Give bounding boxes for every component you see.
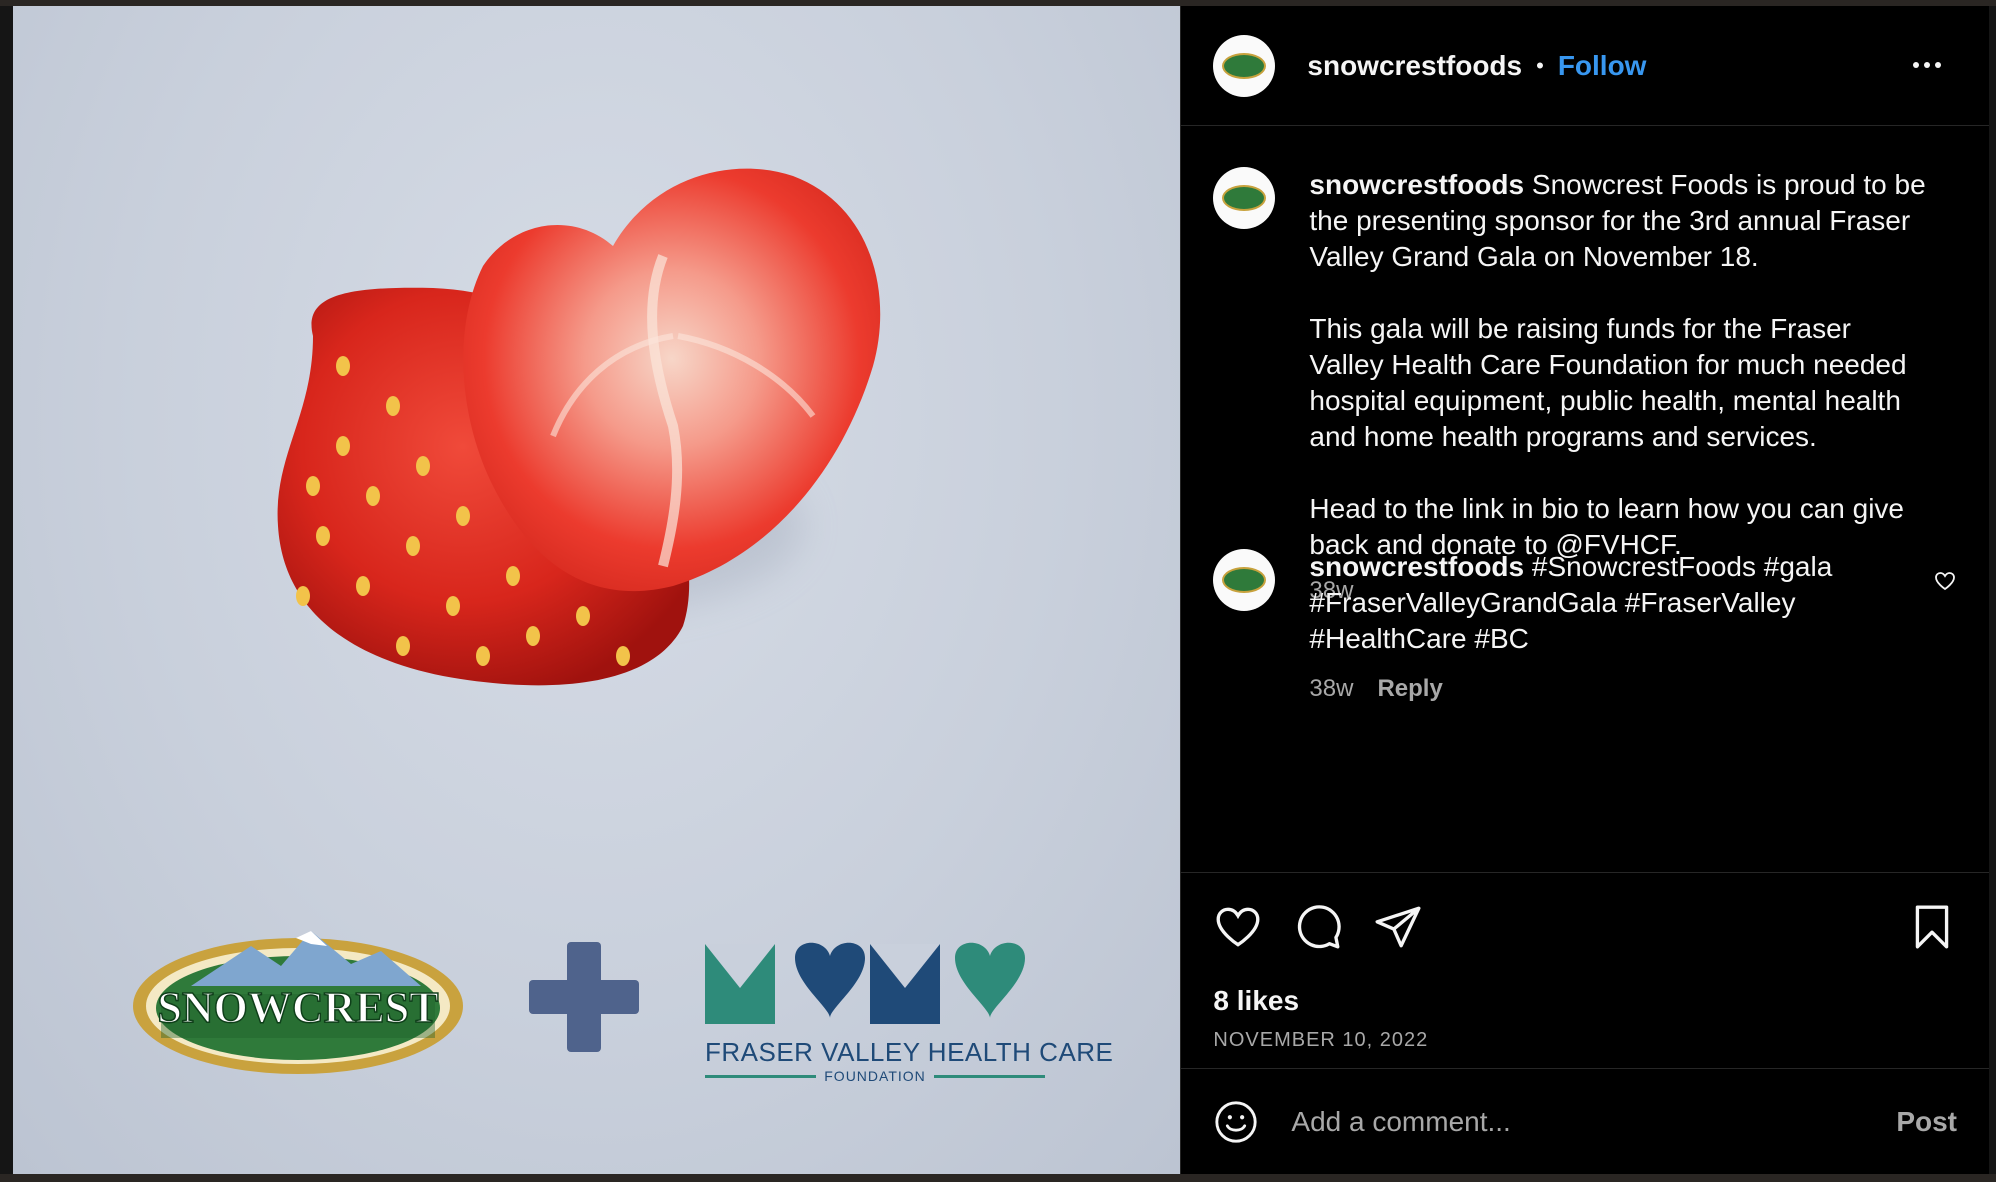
follow-button[interactable]: Follow (1558, 50, 1647, 82)
caption: snowcrestfoods Snowcrest Foods is proud … (1213, 167, 1957, 609)
fvhcf-logo: FRASER VALLEY HEALTH CARE FOUNDATION (705, 938, 1114, 1084)
snowcrest-logo: SNOWCREST (133, 931, 463, 1074)
list-item: snowcrestfoods #SnowcrestFoods #gala #Fr… (1213, 549, 1957, 707)
comment-avatar[interactable] (1213, 549, 1276, 611)
caption-username[interactable]: snowcrestfoods (1309, 169, 1524, 200)
reply-button[interactable]: Reply (1377, 675, 1442, 702)
strawberry-image (277, 168, 881, 686)
post-image: SNOWCREST FRASER VALLEY HEALTH CARE FOUN… (13, 6, 1181, 1174)
plus-icon (529, 942, 639, 1052)
comment-time[interactable]: 38w (1309, 675, 1353, 702)
post-header: snowcrestfoods • Follow (1181, 6, 1989, 126)
author-username[interactable]: snowcrestfoods (1307, 50, 1522, 82)
separator-dot: • (1536, 52, 1544, 78)
emoji-icon[interactable] (1213, 1099, 1259, 1145)
avatar[interactable] (1213, 34, 1276, 97)
feed-strip-bottom (0, 1174, 1996, 1182)
comment-input[interactable] (1289, 1104, 1897, 1139)
post-modal: SNOWCREST FRASER VALLEY HEALTH CARE FOUN… (13, 6, 1989, 1174)
hearts-icon (705, 942, 1025, 1024)
snowcrest-logo-text: SNOWCREST (157, 983, 438, 1032)
fvhcf-logo-text: FRASER VALLEY HEALTH CARE (705, 1037, 1114, 1067)
comment-like-icon[interactable] (1933, 569, 1957, 593)
fvhcf-logo-subtext: FOUNDATION (705, 1068, 1046, 1084)
likes-count[interactable]: 8 likes (1213, 985, 1957, 1017)
heart-icon[interactable] (1213, 902, 1263, 952)
action-bar: 8 likes NOVEMBER 10, 2022 (1181, 872, 1989, 1072)
comment-username[interactable]: snowcrestfoods (1309, 551, 1524, 582)
more-icon[interactable] (1913, 50, 1949, 80)
comments-list[interactable]: snowcrestfoods Snowcrest Foods is proud … (1181, 127, 1989, 872)
post-details-panel: snowcrestfoods • Follow snowcrestfoods S… (1180, 6, 1989, 1174)
bookmark-icon[interactable] (1907, 902, 1957, 952)
post-button[interactable]: Post (1896, 1106, 1957, 1138)
caption-avatar[interactable] (1213, 167, 1276, 229)
comment-composer: Post (1181, 1068, 1989, 1174)
share-icon[interactable] (1373, 902, 1423, 952)
caption-paragraph-2: This gala will be raising funds for the … (1309, 313, 1907, 452)
post-date[interactable]: NOVEMBER 10, 2022 (1213, 1029, 1957, 1052)
comment-icon[interactable] (1293, 902, 1343, 952)
